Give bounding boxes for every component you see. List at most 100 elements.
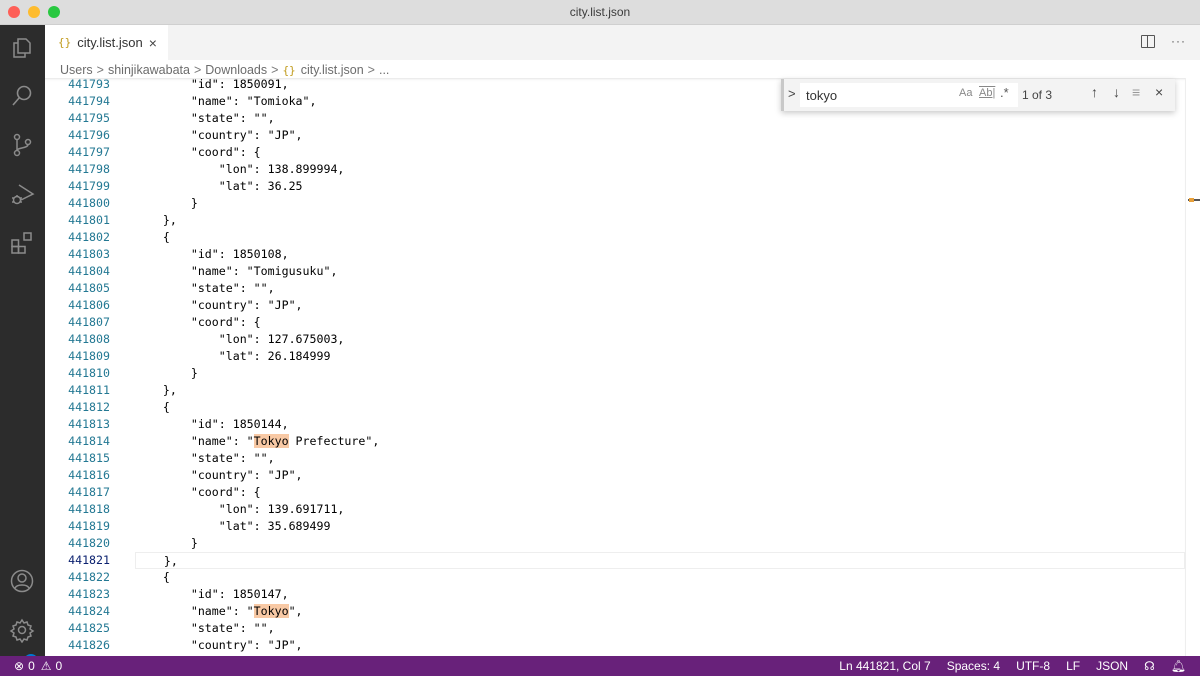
code-segment: "name": " xyxy=(190,434,254,448)
breadcrumb-item-file[interactable]: city.list.json xyxy=(301,63,364,77)
code-line[interactable]: 441808 "lon": 127.675003, xyxy=(45,331,1185,348)
match-whole-word-button[interactable]: Ab| xyxy=(979,87,995,99)
close-tab-icon[interactable]: × xyxy=(149,35,157,51)
account-icon[interactable] xyxy=(9,568,35,594)
maximize-window-button[interactable] xyxy=(48,6,60,18)
code-line[interactable]: 441803 "id": 1850108, xyxy=(45,246,1185,263)
files-icon[interactable] xyxy=(9,35,35,61)
end-of-line[interactable]: LF xyxy=(1066,659,1080,673)
code-line[interactable]: 441806 "country": "JP", xyxy=(45,297,1185,314)
code-area: { xyxy=(135,229,1185,246)
code-line[interactable]: 441798 "lon": 138.899994, xyxy=(45,161,1185,178)
code-segment: "id": 1850147, xyxy=(190,587,289,601)
code-line[interactable]: 441811 }, xyxy=(45,382,1185,399)
code-segment: } xyxy=(190,536,198,550)
more-actions-icon[interactable]: ··· xyxy=(1171,34,1186,48)
line-number: 441814 xyxy=(68,434,110,448)
minimize-window-button[interactable] xyxy=(28,6,40,18)
code-area: }, xyxy=(135,552,1185,569)
code-line[interactable]: 441825 "state": "", xyxy=(45,620,1185,637)
code-line[interactable]: 441810 } xyxy=(45,365,1185,382)
gear-icon[interactable] xyxy=(9,617,35,644)
code-area: "coord": { xyxy=(135,144,1185,161)
code-segment: "state": "", xyxy=(190,111,275,125)
window-title: city.list.json xyxy=(569,5,631,19)
code-text: } xyxy=(135,195,198,212)
code-segment: } xyxy=(190,196,198,210)
code-line[interactable]: 441812 { xyxy=(45,399,1185,416)
code-text: "coord": { xyxy=(135,484,261,501)
code-line[interactable]: 441815 "state": "", xyxy=(45,450,1185,467)
editor-scrollbar[interactable] xyxy=(1185,78,1200,656)
code-line[interactable]: 441804 "name": "Tomigusuku", xyxy=(45,263,1185,280)
code-line[interactable]: 441800 } xyxy=(45,195,1185,212)
warning-count: 0 xyxy=(55,659,63,673)
code-segment: ", xyxy=(288,604,303,618)
code-line[interactable]: 441821 }, xyxy=(45,552,1185,569)
code-line[interactable]: 441813 "id": 1850144, xyxy=(45,416,1185,433)
code-line[interactable]: 441823 "id": 1850147, xyxy=(45,586,1185,603)
code-line[interactable]: 441818 "lon": 139.691711, xyxy=(45,501,1185,518)
cursor-position[interactable]: Ln 441821, Col 7 xyxy=(839,659,930,673)
run-debug-icon[interactable] xyxy=(9,181,35,207)
code-editor[interactable]: 441793 "id": 1850091, 441794 "name": "Tom… xyxy=(45,78,1185,656)
code-area: { xyxy=(135,399,1185,416)
code-line[interactable]: 441822 { xyxy=(45,569,1185,586)
match-count: 1 of 3 xyxy=(1022,88,1053,102)
close-window-button[interactable] xyxy=(8,6,20,18)
line-number: 441810 xyxy=(68,366,110,380)
code-line[interactable]: 441826 "country": "JP", xyxy=(45,637,1185,654)
code-line[interactable]: 441802 { xyxy=(45,229,1185,246)
code-line[interactable]: 441795 "state": "", xyxy=(45,110,1185,127)
previous-match-button[interactable]: ↑ xyxy=(1091,84,1098,100)
feedback-icon[interactable]: ☊ xyxy=(1144,659,1155,673)
next-match-button[interactable]: ↓ xyxy=(1113,84,1120,100)
language-mode[interactable]: JSON xyxy=(1096,659,1128,673)
split-editor-icon[interactable] xyxy=(1141,34,1155,48)
code-line[interactable]: 441816 "country": "JP", xyxy=(45,467,1185,484)
find-in-selection-button[interactable]: ≡ xyxy=(1132,84,1140,100)
source-control-icon[interactable] xyxy=(9,132,35,158)
editor-actions: ··· xyxy=(1141,34,1186,48)
breadcrumb-item-downloads[interactable]: Downloads xyxy=(205,63,267,77)
breadcrumb-item-user[interactable]: shinjikawabata xyxy=(108,63,190,77)
search-icon[interactable] xyxy=(9,83,35,109)
code-area: "name": "Tomigusuku", xyxy=(135,263,1185,280)
close-find-button[interactable]: × xyxy=(1155,84,1163,100)
code-line[interactable]: 441796 "country": "JP", xyxy=(45,127,1185,144)
code-segment: "lon": 127.675003, xyxy=(218,332,345,346)
find-input[interactable] xyxy=(800,87,950,103)
encoding[interactable]: UTF-8 xyxy=(1016,659,1050,673)
code-area: "lat": 26.184999 xyxy=(135,348,1185,365)
match-case-button[interactable]: Aa xyxy=(959,87,972,99)
indentation[interactable]: Spaces: 4 xyxy=(947,659,1000,673)
search-match-highlight: Tokyo xyxy=(253,604,289,618)
code-line[interactable]: 441824 "name": "Tokyo", xyxy=(45,603,1185,620)
code-line[interactable]: 441801 }, xyxy=(45,212,1185,229)
problems-indicator[interactable]: ⊗ 0 ⚠ 0 xyxy=(14,659,62,673)
code-line[interactable]: 441809 "lat": 26.184999 xyxy=(45,348,1185,365)
use-regex-button[interactable]: .* xyxy=(1000,85,1009,100)
code-line[interactable]: 441817 "coord": { xyxy=(45,484,1185,501)
code-line[interactable]: 441807 "coord": { xyxy=(45,314,1185,331)
code-line[interactable]: 441820 } xyxy=(45,535,1185,552)
code-line[interactable]: 441797 "coord": { xyxy=(45,144,1185,161)
code-line[interactable]: 441819 "lat": 35.689499 xyxy=(45,518,1185,535)
code-area: "lon": 139.691711, xyxy=(135,501,1185,518)
code-line[interactable]: 441814 "name": "Tokyo Prefecture", xyxy=(45,433,1185,450)
toggle-replace-button[interactable]: > xyxy=(788,86,796,101)
code-line[interactable]: 441805 "state": "", xyxy=(45,280,1185,297)
json-file-icon: {} xyxy=(282,63,296,77)
notifications-icon[interactable]: 🔔︎ xyxy=(1171,659,1186,673)
code-segment: "country": "JP", xyxy=(190,298,303,312)
breadcrumb-item-users[interactable]: Users xyxy=(60,63,93,77)
tab-city-list-json[interactable]: {} city.list.json × xyxy=(45,25,168,60)
code-area: }, xyxy=(135,382,1185,399)
code-text: "coord": { xyxy=(135,144,261,161)
breadcrumb-item-symbols[interactable]: ... xyxy=(379,63,389,77)
line-number: 441822 xyxy=(68,570,110,584)
code-line[interactable]: 441799 "lat": 36.25 xyxy=(45,178,1185,195)
extensions-icon[interactable] xyxy=(9,230,35,256)
